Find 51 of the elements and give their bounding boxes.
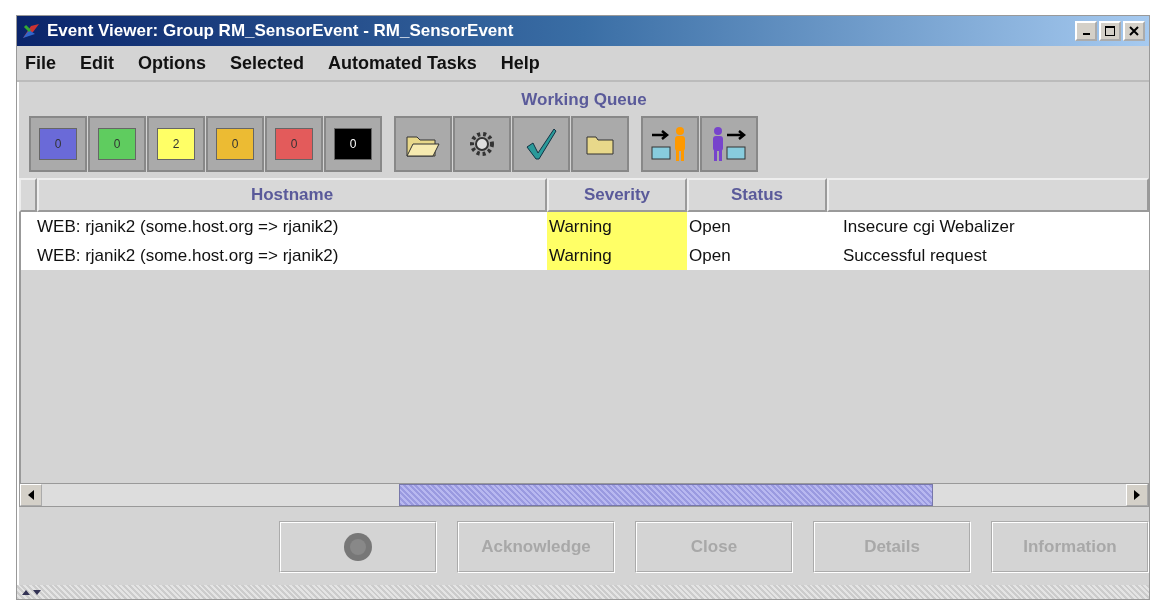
column-header[interactable]: Hostname — [37, 178, 547, 212]
table-cell: Warning — [547, 241, 687, 270]
table-cell: Warning — [547, 212, 687, 241]
checkmark-icon — [524, 127, 558, 161]
menu-item[interactable]: Help — [500, 52, 540, 74]
menu-item[interactable]: Automated Tasks — [328, 52, 477, 74]
menu-item[interactable]: Options — [138, 52, 206, 74]
assign-person-button[interactable] — [641, 116, 699, 172]
menu-item[interactable]: Selected — [230, 52, 305, 74]
close-icon — [1129, 26, 1139, 36]
window-title: Event Viewer: Group RM_SensorEvent - RM_SensorEvent — [47, 21, 514, 41]
app-icon — [21, 22, 41, 40]
count-badge: 0 — [216, 128, 254, 160]
menu-item[interactable]: Edit — [80, 52, 114, 74]
maximize-button[interactable] — [1099, 21, 1121, 41]
severity-counter-button[interactable]: 0 — [265, 116, 323, 172]
table-cell-text: WEB: rjanik2 (some.host.org => rjanik2) — [36, 244, 340, 267]
horizontal-scrollbar[interactable] — [19, 483, 1149, 507]
count-badge: 2 — [157, 128, 195, 160]
table-cell-text: Open — [688, 244, 732, 267]
minimize-button[interactable] — [1075, 21, 1097, 41]
close-button[interactable] — [1123, 21, 1145, 41]
column-header[interactable]: Severity — [547, 178, 687, 212]
folder-button[interactable] — [571, 116, 629, 172]
table-cell-text: Open — [688, 215, 732, 238]
scroll-right-icon[interactable] — [1126, 484, 1148, 506]
gear-button[interactable] — [453, 116, 511, 172]
count-badge: 0 — [275, 128, 313, 160]
menu-item[interactable]: File — [25, 52, 56, 74]
maximize-icon — [1105, 26, 1115, 36]
table-cell-text: WEB: rjanik2 (some.host.org => rjanik2) — [36, 215, 340, 238]
severity-counter-button[interactable]: 0 — [206, 116, 264, 172]
table-cell-text: Insecure cgi Webalizer — [842, 215, 1016, 238]
severity-counter-button[interactable]: 0 — [88, 116, 146, 172]
severity-counter-button[interactable]: 2 — [147, 116, 205, 172]
sort-arrows-icon — [21, 588, 43, 596]
column-header[interactable]: Status — [687, 178, 827, 212]
count-badge: 0 — [98, 128, 136, 160]
queue-title: Working Queue — [520, 89, 648, 111]
scroll-left-icon[interactable] — [20, 484, 42, 506]
checkmark-button[interactable] — [512, 116, 570, 172]
circle-icon — [343, 532, 373, 562]
minimize-icon — [1082, 33, 1090, 35]
scroll-thumb[interactable] — [399, 484, 933, 506]
count-badge: 0 — [334, 128, 372, 160]
release-person-button[interactable] — [700, 116, 758, 172]
column-header[interactable] — [827, 178, 1149, 212]
table-cell-text: Successful request — [842, 244, 988, 267]
open-folder-button[interactable] — [394, 116, 452, 172]
severity-counter-button[interactable]: 0 — [324, 116, 382, 172]
count-badge: 0 — [39, 128, 77, 160]
